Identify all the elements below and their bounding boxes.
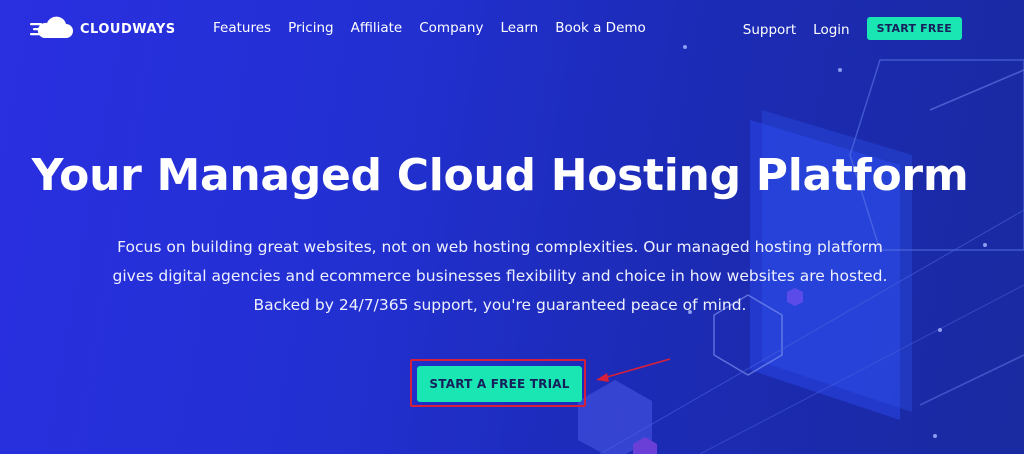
nav-link-features[interactable]: Features: [213, 20, 271, 36]
nav-link-affiliate[interactable]: Affiliate: [351, 20, 403, 36]
start-free-trial-button[interactable]: START A FREE TRIAL: [417, 366, 582, 402]
hero-subtitle: Focus on building great websites, not on…: [112, 238, 888, 314]
nav-link-book-demo[interactable]: Book a Demo: [555, 20, 646, 36]
hero-title: Your Managed Cloud Hosting Platform: [31, 150, 969, 201]
start-free-button[interactable]: START FREE: [866, 17, 962, 40]
main-menu: Features Pricing Affiliate Company Learn…: [213, 20, 663, 36]
nav-link-pricing[interactable]: Pricing: [288, 20, 334, 36]
brand-name: CLOUDWAYS: [80, 21, 176, 37]
cloud-icon: [30, 16, 73, 38]
top-navigation: CLOUDWAYS Features Pricing Affiliate Com…: [0, 0, 1024, 58]
support-link[interactable]: Support: [743, 22, 796, 38]
nav-link-company[interactable]: Company: [419, 20, 483, 36]
nav-link-learn[interactable]: Learn: [500, 20, 538, 36]
nav-actions: Support Login START FREE: [743, 17, 962, 40]
login-link[interactable]: Login: [813, 22, 849, 38]
brand-logo[interactable]: CLOUDWAYS: [30, 14, 176, 44]
